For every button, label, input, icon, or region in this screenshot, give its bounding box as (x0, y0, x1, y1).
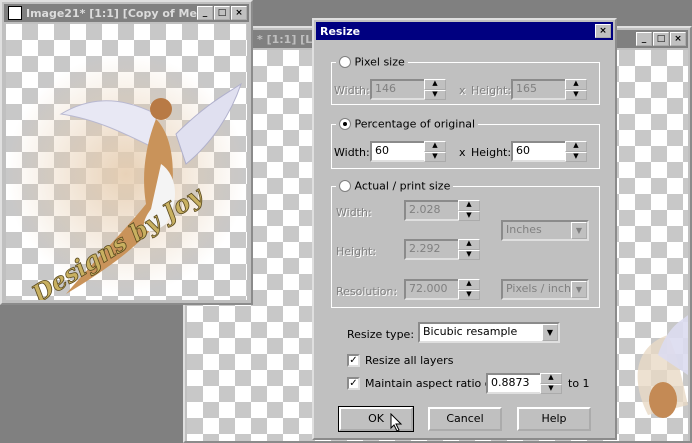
pixel-height-field: 165 (511, 79, 567, 100)
resize-type-value: Bicubic resample (423, 325, 518, 338)
pixel-width-field: 146 (370, 79, 426, 100)
pixel-size-radio[interactable] (339, 56, 351, 68)
percentage-option[interactable]: Percentage of original (336, 117, 479, 131)
percent-x-label: x (459, 146, 466, 159)
maintain-aspect-checkbox[interactable]: ✓ (347, 377, 360, 390)
pixel-width-spinner: ▲ ▼ (424, 79, 446, 100)
image-window-titlebar[interactable]: Image21* [1:1] [Copy of Mer... _ □ × (4, 4, 249, 22)
resize-type-select[interactable]: Bicubic resample ▼ (418, 322, 560, 343)
pixel-x-label: x (459, 84, 466, 97)
cancel-button[interactable]: Cancel (428, 407, 502, 431)
pixel-height-spinner: ▲ ▼ (565, 79, 587, 100)
minimize-button[interactable]: _ (197, 6, 213, 20)
help-button[interactable]: Help (517, 407, 591, 431)
resolution-label: Resolution: (336, 285, 398, 298)
actual-size-radio[interactable] (339, 180, 351, 192)
chevron-down-icon: ▼ (571, 281, 587, 298)
actual-width-field: 2.028 (404, 200, 460, 221)
minimize-button[interactable]: _ (636, 32, 652, 46)
actual-height-label: Height: (336, 245, 377, 258)
dialog-titlebar[interactable]: Resize × (316, 22, 613, 40)
close-button[interactable]: × (670, 32, 686, 46)
percent-height-label: Height: (471, 146, 512, 159)
percentage-label: Percentage of original (354, 117, 476, 131)
resolution-field: 72.000 (404, 279, 460, 300)
percent-width-label: Width: (334, 146, 370, 159)
aspect-ratio-spinner[interactable]: ▲ ▼ (540, 373, 562, 394)
image-window[interactable]: Image21* [1:1] [Copy of Mer... _ □ × Des… (0, 0, 253, 305)
actual-width-spinner: ▲ ▼ (458, 200, 480, 221)
percent-width-field[interactable]: 60 (370, 141, 426, 162)
angel-image: Designs by Joy (6, 54, 246, 300)
percent-width-spinner[interactable]: ▲ ▼ (424, 141, 446, 162)
image-canvas[interactable]: Designs by Joy (6, 24, 247, 300)
dialog-title: Resize (320, 24, 361, 38)
chevron-down-icon[interactable]: ▼ (542, 324, 558, 341)
image-window-title: Image21* [1:1] [Copy of Mer... (26, 6, 214, 20)
angel-partial-image (637, 315, 688, 418)
resolution-units-select: Pixels / inch ▼ (501, 279, 589, 300)
resize-dialog[interactable]: Resize × Pixel size Width: 146 ▲ ▼ x Heig… (312, 18, 617, 440)
background-window-title: * [1:1] [La (257, 32, 320, 46)
maximize-button[interactable]: □ (653, 32, 669, 46)
mouse-cursor-icon (390, 413, 403, 432)
actual-height-spinner: ▲ ▼ (458, 239, 480, 260)
app-icon (8, 6, 22, 20)
actual-height-field: 2.292 (404, 239, 460, 260)
dialog-close-button[interactable]: × (595, 24, 611, 38)
maintain-aspect-label[interactable]: Maintain aspect ratio of: (365, 377, 499, 390)
actual-width-label: Width: (336, 206, 372, 219)
close-button[interactable]: × (231, 6, 247, 20)
resolution-spinner: ▲ ▼ (458, 279, 480, 300)
actual-size-option[interactable]: Actual / print size (336, 179, 454, 193)
resize-all-layers-label[interactable]: Resize all layers (365, 354, 453, 367)
pixel-height-label: Height: (471, 84, 512, 97)
resize-type-label: Resize type: (347, 328, 415, 341)
maximize-button[interactable]: □ (214, 6, 230, 20)
percent-height-field[interactable]: 60 (511, 141, 567, 162)
percentage-radio[interactable] (339, 118, 351, 130)
actual-size-label: Actual / print size (354, 179, 451, 193)
to-one-label: to 1 (568, 377, 590, 390)
resolution-units-value: Pixels / inch (506, 282, 571, 295)
actual-units-select: Inches ▼ (501, 220, 589, 241)
aspect-ratio-field[interactable]: 0.8873 (486, 373, 542, 394)
pixel-size-label: Pixel size (354, 55, 405, 69)
actual-units-value: Inches (506, 223, 542, 236)
percent-height-spinner[interactable]: ▲ ▼ (565, 141, 587, 162)
chevron-down-icon: ▼ (571, 222, 587, 239)
resize-all-layers-checkbox[interactable]: ✓ (347, 354, 360, 367)
pixel-size-option[interactable]: Pixel size (336, 55, 408, 69)
pixel-width-label: Width: (334, 84, 370, 97)
